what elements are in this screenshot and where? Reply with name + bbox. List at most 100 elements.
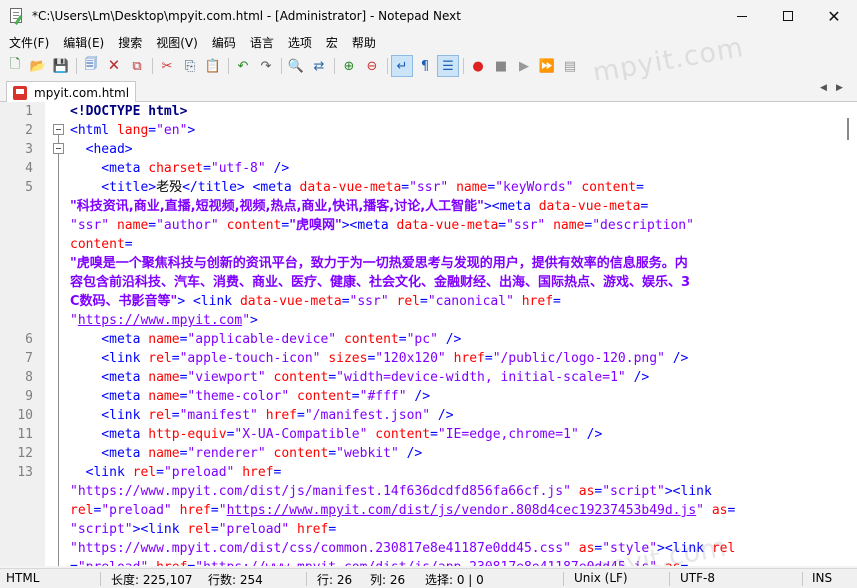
open-folder-button[interactable]: 📂 <box>27 55 49 77</box>
menu-item[interactable]: 视图(V) <box>149 34 205 51</box>
status-eol[interactable]: Unix (LF) <box>574 571 628 585</box>
code-token: content <box>343 332 399 347</box>
record-macro-button[interactable]: ● <box>467 55 489 77</box>
status-line-count: 行数: 254 <box>208 573 263 587</box>
status-divider <box>100 572 101 586</box>
code-token: = <box>273 465 282 480</box>
code-token: " <box>242 313 251 328</box>
code-line: "script"><link rel="preload" href= <box>70 520 336 539</box>
save-button[interactable]: 💾 <box>50 55 72 77</box>
word-wrap-button[interactable]: ↵ <box>391 55 413 77</box>
code-token: lang <box>116 123 149 138</box>
code-token: "script" <box>602 484 665 499</box>
code-token: = <box>70 560 78 566</box>
zoom-out-icon: ⊖ <box>366 58 378 74</box>
code-token: = <box>297 408 305 423</box>
cut-button[interactable]: ✂ <box>156 55 178 77</box>
code-token: "IE=edge,chrome=1" <box>437 427 579 442</box>
code-token: = <box>328 370 337 385</box>
code-token: "pc" <box>406 332 438 347</box>
save-all-button[interactable]: 🗐 <box>80 55 102 77</box>
menu-item[interactable]: 选项 <box>281 34 319 51</box>
code-token: = <box>148 123 157 138</box>
code-token: <meta <box>244 180 300 195</box>
code-token: <meta <box>70 370 149 385</box>
code-token: = <box>351 389 360 404</box>
zoom-out-button[interactable]: ⊖ <box>361 55 383 77</box>
close-button[interactable]: 🗙 <box>103 55 125 77</box>
line-number: 12 <box>17 446 33 461</box>
vertical-scrollbar[interactable] <box>838 102 857 566</box>
zoom-in-button[interactable]: ⊕ <box>338 55 360 77</box>
fold-toggle-html[interactable] <box>53 124 64 135</box>
line-number: 4 <box>25 161 33 176</box>
redo-button[interactable]: ↷ <box>255 55 277 77</box>
status-language[interactable]: HTML <box>6 571 39 585</box>
play-macro-button[interactable]: ▶ <box>513 55 535 77</box>
code-editor[interactable]: 1 2 3 4 5 6 7 8 9 10 11 12 13 <!DOCTYPE html> <html l… <box>0 102 857 566</box>
code-line: <!DOCTYPE html> <box>70 102 187 121</box>
menu-item[interactable]: 编辑(E) <box>56 34 111 51</box>
menu-item[interactable]: 宏 <box>319 34 345 51</box>
save-macro-button[interactable]: ▤ <box>559 55 581 77</box>
fold-toggle-head[interactable] <box>53 143 64 154</box>
scrollbar-thumb[interactable] <box>847 118 849 140</box>
play-macro-icon: ▶ <box>519 58 529 74</box>
window-title: *C:\Users\Lm\Desktop\mpyit.com.html - [A… <box>32 9 461 23</box>
code-token: "apple-touch-icon" <box>179 351 321 366</box>
close-all-button[interactable]: ⧉ <box>126 55 148 77</box>
paste-button[interactable]: 📋 <box>202 55 224 77</box>
code-token: /> <box>406 389 431 404</box>
find-button[interactable]: 🔍 <box>285 55 307 77</box>
code-line: <link rel="apple-touch-icon" sizes="120x… <box>70 349 688 368</box>
code-line: "https://www.mpyit.com"> <box>70 311 258 330</box>
line-number: 9 <box>25 389 33 404</box>
status-selection: 选择: 0 | 0 <box>425 573 484 587</box>
record-macro-icon: ● <box>472 58 484 74</box>
code-token: = <box>124 237 133 252</box>
code-token: "keyWords" <box>495 180 574 195</box>
status-insert-mode[interactable]: INS <box>812 571 832 585</box>
tab-scroll-left-icon[interactable]: ◀ <box>820 83 827 93</box>
undo-button[interactable]: ↶ <box>232 55 254 77</box>
menu-item[interactable]: 语言 <box>243 34 281 51</box>
code-token: " <box>696 503 704 518</box>
code-token: "viewport" <box>187 370 266 385</box>
copy-icon: ⎘ <box>184 58 196 74</box>
tab-mpyit-html[interactable]: mpyit.com.html <box>6 81 136 103</box>
indent-guide-button[interactable]: ☰ <box>437 55 459 77</box>
run-macro-multiple-button[interactable]: ⏩ <box>536 55 558 77</box>
code-token: <meta <box>70 332 149 347</box>
run-macro-multiple-icon: ⏩ <box>538 58 556 74</box>
menu-item[interactable]: 搜索 <box>111 34 149 51</box>
code-token: /> <box>578 427 603 442</box>
menu-item[interactable]: 帮助 <box>345 34 383 51</box>
code-token: ><link <box>664 484 712 499</box>
code-token: /> <box>430 408 454 423</box>
tab-scroll-right-icon[interactable]: ▶ <box>836 83 843 93</box>
maximize-button[interactable] <box>765 0 811 32</box>
show-all-chars-button[interactable]: ¶ <box>414 55 436 77</box>
line-number-gutter: 1 2 3 4 5 6 7 8 9 10 11 12 13 <box>0 102 45 566</box>
status-encoding[interactable]: UTF-8 <box>680 571 715 585</box>
menu-item[interactable]: 文件(F) <box>2 34 56 51</box>
code-token: = <box>341 294 350 309</box>
code-token: <link <box>70 351 149 366</box>
copy-button[interactable]: ⎘ <box>179 55 201 77</box>
code-token: as <box>711 503 728 518</box>
code-token: href <box>265 408 298 423</box>
replace-button[interactable]: ⇄ <box>308 55 330 77</box>
stop-record-icon: ■ <box>494 58 508 74</box>
code-token: href <box>242 465 274 480</box>
new-file-button[interactable]: 🗋 <box>4 55 26 77</box>
code-token: <meta <box>70 446 149 461</box>
minimize-button[interactable] <box>719 0 765 32</box>
menu-item[interactable]: 编码 <box>205 34 243 51</box>
close-window-button[interactable]: ✕ <box>811 0 857 32</box>
code-token: <link <box>70 408 149 423</box>
code-token: > <link <box>177 294 240 309</box>
stop-record-button[interactable]: ■ <box>490 55 512 77</box>
